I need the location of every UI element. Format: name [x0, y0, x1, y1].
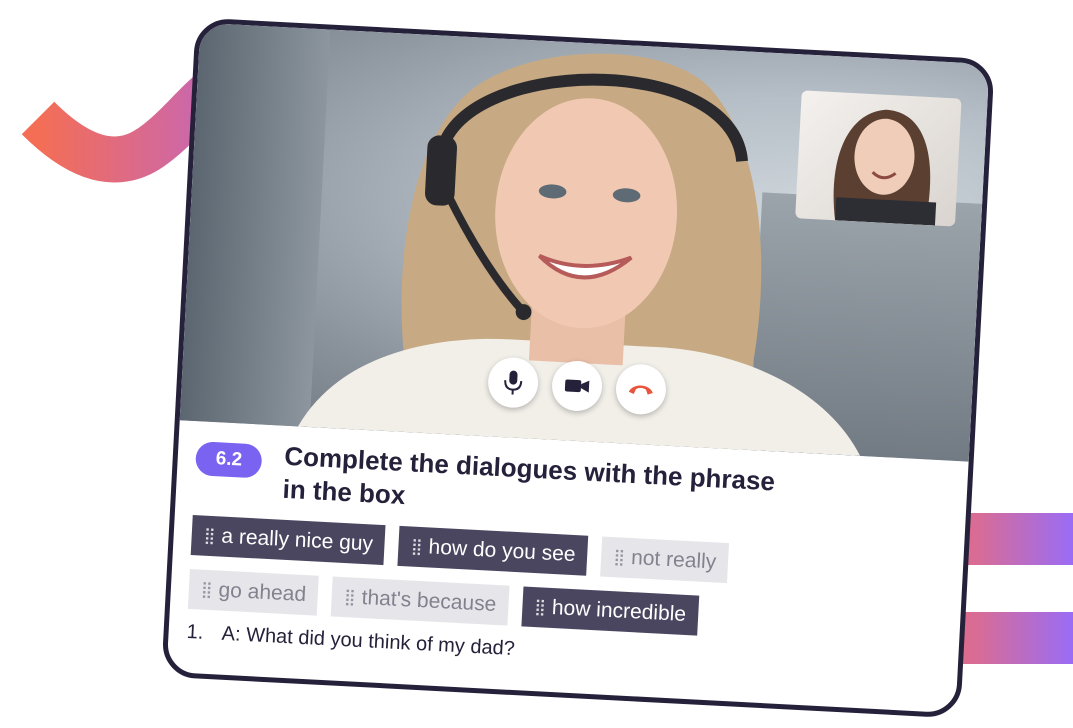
exercise-section: 6.2 Complete the dialogues with the phra…: [168, 420, 969, 684]
drag-handle-icon: ⣿: [200, 581, 212, 600]
phrase-chip[interactable]: ⣿ a really nice guy: [190, 515, 386, 566]
drag-handle-icon: ⣿: [203, 527, 214, 546]
drag-handle-icon: ⣿: [612, 549, 624, 567]
phrase-chip-label: how do you see: [428, 535, 577, 567]
phrase-chip-label: a really nice guy: [220, 524, 374, 556]
video-lesson-card: 6.2 Complete the dialogues with the phra…: [161, 17, 995, 719]
end-call-button[interactable]: [614, 363, 668, 416]
microphone-icon: [504, 370, 523, 395]
microphone-button[interactable]: [486, 356, 540, 409]
exercise-number-badge: 6.2: [194, 441, 263, 479]
drag-handle-icon: ⣿: [343, 589, 355, 607]
phrase-chip[interactable]: ⣿ not really: [600, 536, 730, 584]
phrase-chip[interactable]: ⣿ how do you see: [397, 525, 589, 576]
drag-handle-icon: ⣿: [533, 599, 545, 617]
phrase-bank: ⣿ a really nice guy ⣿ how do you see ⣿ n…: [187, 515, 792, 640]
phrase-chip-label: not really: [630, 546, 717, 574]
video-camera-icon: [564, 379, 590, 393]
exercise-title: Complete the dialogues with the phrase i…: [281, 440, 776, 511]
phrase-chip[interactable]: ⣿ that's because: [330, 576, 510, 626]
phone-hangup-icon: [628, 385, 653, 395]
phrase-chip-label: go ahead: [218, 578, 307, 607]
question-number: 1.: [186, 620, 204, 644]
self-view-video[interactable]: [795, 90, 962, 227]
phrase-chip[interactable]: ⣿ how incredible: [521, 586, 700, 636]
student-video-image: [833, 109, 937, 226]
camera-button[interactable]: [550, 359, 604, 413]
dialogue-question: 1. A: What did you think of my dad?: [186, 621, 940, 683]
question-text: A: What did you think of my dad?: [221, 622, 516, 661]
phrase-chip[interactable]: ⣿ go ahead: [187, 568, 320, 616]
phrase-chip-label: how incredible: [551, 595, 687, 626]
phrase-chip-label: that's because: [361, 586, 497, 617]
drag-handle-icon: ⣿: [410, 538, 422, 556]
main-video-feed: [179, 22, 990, 462]
